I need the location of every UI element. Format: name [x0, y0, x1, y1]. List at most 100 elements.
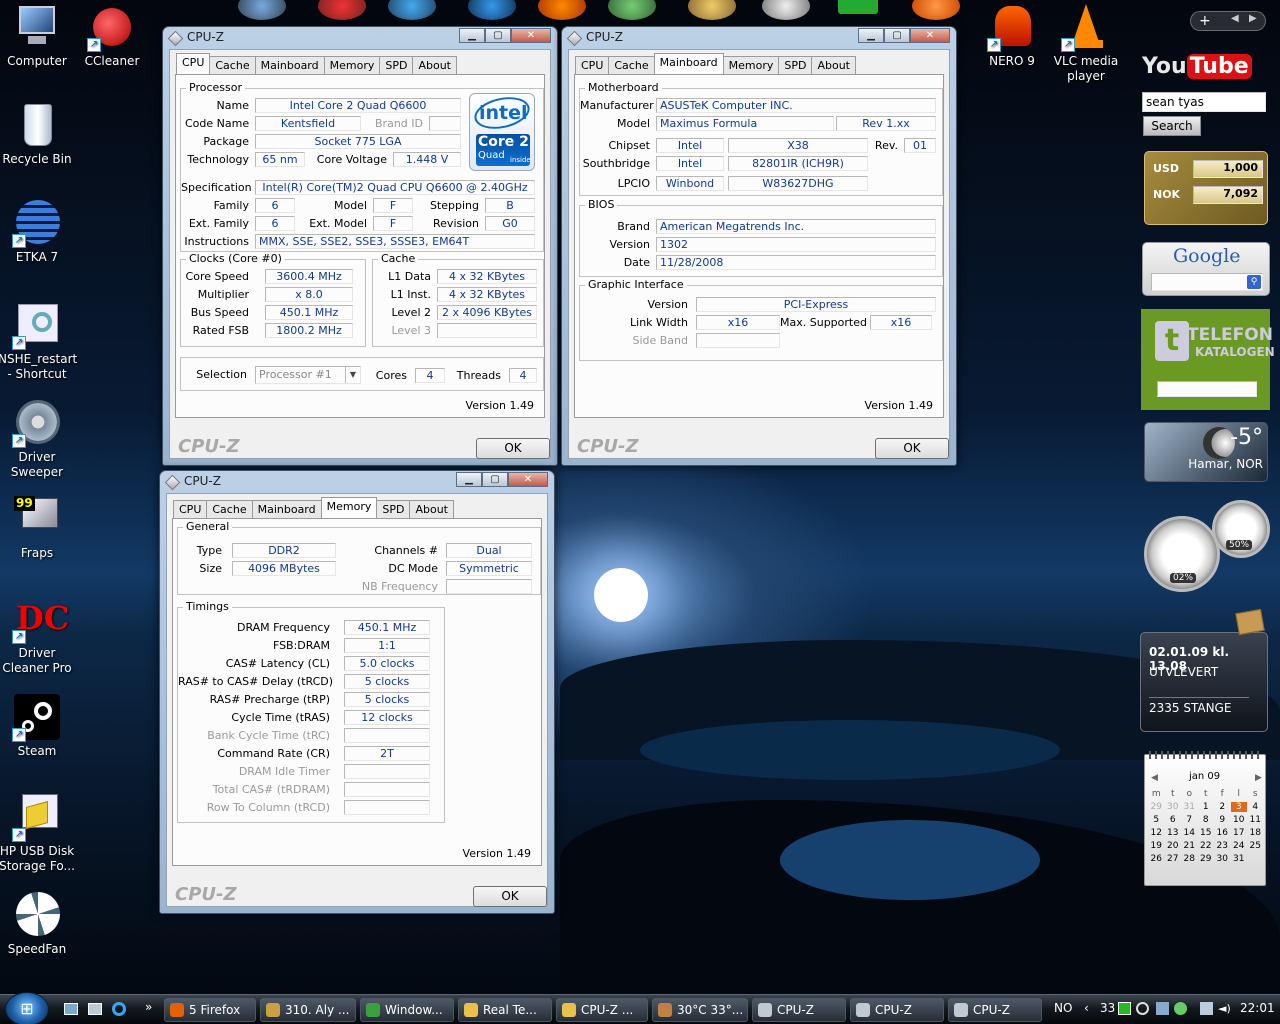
taskbar-button[interactable]: 310. Aly ...	[260, 998, 356, 1022]
network-icon[interactable]	[1156, 1002, 1169, 1015]
taskbar-button[interactable]: CPU-Z	[752, 998, 846, 1022]
desktop-icon-driver-sweeper[interactable]: ↗ Driver Sweeper	[0, 400, 76, 480]
nok-value[interactable]: 7,092	[1193, 186, 1263, 204]
calendar-day[interactable]: 27	[1165, 854, 1182, 864]
taskbar-button[interactable]: 30°C 33°...	[652, 998, 748, 1022]
search-icon[interactable]: ⚲	[1247, 275, 1261, 289]
calendar-day[interactable]: 19	[1148, 841, 1165, 851]
tab-cpu[interactable]: CPU	[173, 500, 208, 518]
taskbar-top-icon[interactable]	[762, 0, 810, 20]
desktop-icon-fraps[interactable]: 99 Fraps	[0, 496, 76, 561]
clock[interactable]: 22:01	[1240, 1001, 1275, 1015]
tab-cache[interactable]: Cache	[209, 56, 256, 74]
calendar-day[interactable]: 2	[1214, 802, 1231, 812]
telefon-search-input[interactable]	[1157, 381, 1257, 397]
tab-mainboard[interactable]: Mainboard	[251, 500, 322, 518]
youtube-search-input[interactable]: sean tyas	[1142, 92, 1266, 112]
tab-memory[interactable]: Memory	[320, 497, 378, 518]
taskbar-top-icon[interactable]	[912, 0, 960, 20]
chevron-down-icon[interactable]: ▼	[345, 367, 360, 383]
minimize-button[interactable]: ▁	[456, 472, 482, 487]
ok-button[interactable]: OK	[473, 886, 547, 907]
tab-spd[interactable]: SPD	[376, 500, 411, 518]
tab-about[interactable]: About	[412, 56, 457, 74]
start-button[interactable]: ⊞	[5, 992, 49, 1024]
calendar-day[interactable]: 16	[1214, 828, 1231, 838]
tab-memory[interactable]: Memory	[323, 56, 381, 74]
calendar-day[interactable]: 23	[1214, 841, 1231, 851]
language-indicator[interactable]: NO	[1054, 1001, 1072, 1015]
desktop-icon-etka[interactable]: ↗ ETKA 7	[0, 200, 76, 265]
next-month-icon[interactable]: ▶	[1255, 773, 1262, 783]
tab-cache[interactable]: Cache	[608, 56, 655, 74]
quicklaunch-more-icon[interactable]: »	[145, 1000, 152, 1014]
window-titlebar[interactable]: CPU-Z ▁ ▢ ✕	[562, 27, 956, 49]
calendar-day[interactable]: 17	[1231, 828, 1248, 838]
utorrent-icon[interactable]	[1118, 1002, 1131, 1015]
taskbar-top-icon[interactable]	[608, 0, 656, 20]
usd-value[interactable]: 1,000	[1193, 160, 1263, 178]
next-icon[interactable]: ▶	[1249, 13, 1257, 24]
tab-cache[interactable]: Cache	[206, 500, 253, 518]
minimize-button[interactable]: ▁	[858, 28, 884, 43]
taskbar-top-icon[interactable]	[238, 0, 286, 20]
calendar-day[interactable]: 12	[1148, 828, 1165, 838]
maximize-button[interactable]: ▢	[485, 28, 511, 43]
taskbar-top-icon[interactable]	[388, 0, 436, 20]
window-titlebar[interactable]: CPU-Z ▁ ▢ ✕	[163, 27, 557, 49]
ok-button[interactable]: OK	[875, 438, 949, 459]
ok-button[interactable]: OK	[476, 438, 550, 459]
nok-label[interactable]: NOK	[1153, 188, 1180, 201]
add-gadget-button[interactable]: +	[1199, 12, 1211, 30]
calendar-day[interactable]: 24	[1231, 841, 1248, 851]
volume-icon[interactable]: ◄)	[1218, 1002, 1231, 1015]
taskbar-top-icon[interactable]	[838, 0, 878, 14]
window-titlebar[interactable]: CPU-Z ▁ ▢ ✕	[160, 471, 554, 493]
close-button[interactable]: ✕	[910, 28, 950, 43]
desktop-icon-ccleaner[interactable]: ↗ CCleaner	[73, 4, 151, 69]
maximize-button[interactable]: ▢	[884, 28, 910, 43]
prev-icon[interactable]: ◀	[1231, 13, 1239, 24]
calendar-day[interactable]: 30	[1214, 854, 1231, 864]
calendar-day[interactable]: 6	[1165, 815, 1182, 825]
desktop-icon-vlc[interactable]: ↗ VLC media player	[1047, 4, 1125, 84]
calendar-day[interactable]: 7	[1181, 815, 1198, 825]
taskbar-button[interactable]: CPU-Z	[948, 998, 1042, 1022]
close-button[interactable]: ✕	[511, 28, 551, 43]
calendar-day[interactable]: 18	[1247, 828, 1264, 838]
calendar-day[interactable]: 11	[1247, 815, 1264, 825]
youtube-search-button[interactable]: Search	[1143, 116, 1201, 136]
minimize-button[interactable]: ▁	[459, 28, 485, 43]
switch-windows-icon[interactable]	[88, 1003, 102, 1015]
taskbar-button[interactable]: 5 Firefox	[164, 998, 256, 1022]
calendar-day[interactable]: 9	[1214, 815, 1231, 825]
desktop-icon-nero[interactable]: ↗ NERO 9	[973, 4, 1051, 69]
calendar-day[interactable]: 4	[1247, 802, 1264, 812]
taskbar-top-icon[interactable]	[468, 0, 516, 20]
taskbar-top-icon[interactable]	[688, 0, 736, 20]
taskbar-top-icon[interactable]	[318, 0, 366, 20]
network-status-icon[interactable]	[1200, 1002, 1213, 1015]
calendar-day[interactable]: 29	[1198, 854, 1215, 864]
prev-month-icon[interactable]: ◀	[1151, 773, 1158, 783]
calendar-day[interactable]: 15	[1198, 828, 1215, 838]
calendar-day[interactable]: 3	[1230, 802, 1247, 812]
taskbar-button[interactable]: CPU-Z	[850, 998, 944, 1022]
tray-expand-icon[interactable]: ‹	[1084, 1001, 1089, 1015]
maximize-button[interactable]: ▢	[482, 472, 508, 487]
calendar-day[interactable]: 25	[1247, 841, 1264, 851]
taskbar-button[interactable]: Window...	[360, 998, 454, 1022]
calendar-day[interactable]: 26	[1148, 854, 1165, 864]
calendar-day[interactable]: 14	[1181, 828, 1198, 838]
calendar-day[interactable]: 21	[1181, 841, 1198, 851]
calendar-day[interactable]: 13	[1165, 828, 1182, 838]
calendar-day[interactable]: 8	[1198, 815, 1215, 825]
desktop-icon-speedfan[interactable]: SpeedFan	[0, 892, 76, 957]
calendar-day[interactable]: 29	[1148, 802, 1165, 812]
tab-about[interactable]: About	[409, 500, 454, 518]
taskbar-button[interactable]: Real Te...	[458, 998, 552, 1022]
tab-cpu[interactable]: CPU	[176, 53, 211, 74]
tab-cpu[interactable]: CPU	[575, 56, 610, 74]
desktop-icon-hp-usb[interactable]: ↗ HP USB Disk Storage Fo...	[0, 794, 76, 874]
close-button[interactable]: ✕	[508, 472, 548, 487]
